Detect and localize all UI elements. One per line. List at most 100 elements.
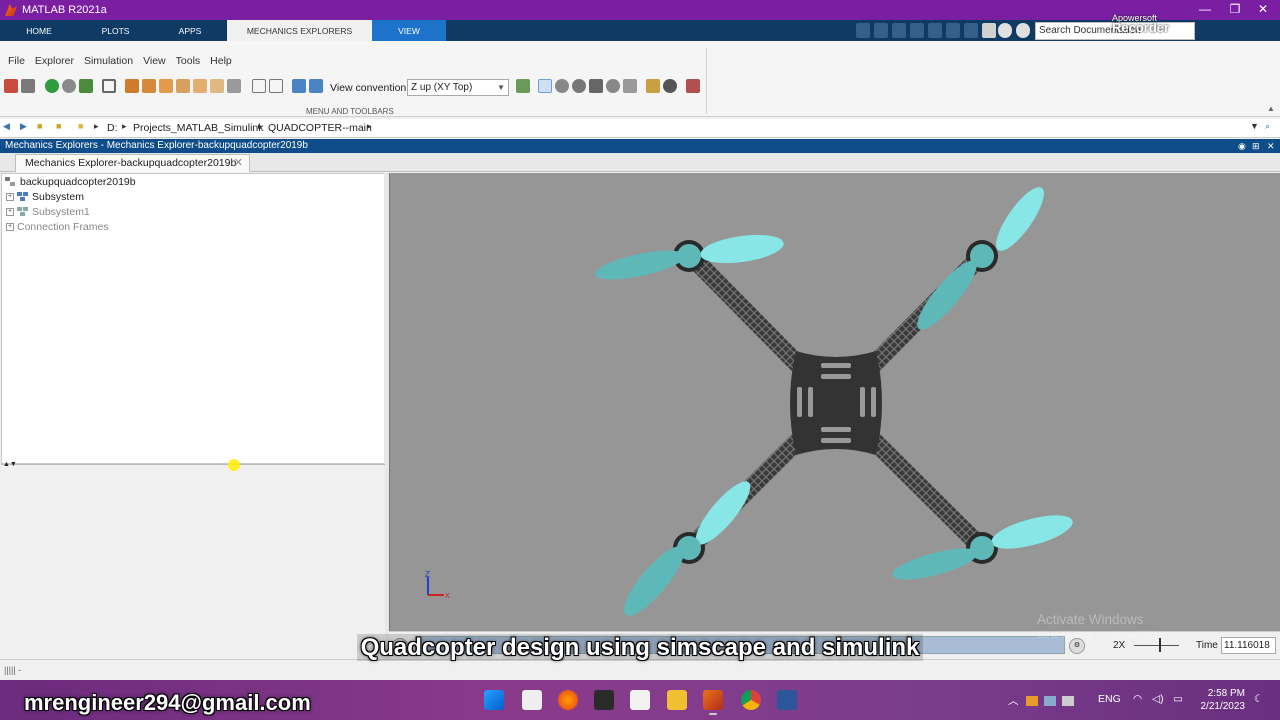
recorder-tray-icon[interactable]: [1026, 696, 1038, 706]
up-folder-icon[interactable]: ■: [37, 121, 42, 131]
menu-help[interactable]: Help: [205, 55, 237, 67]
play-icon[interactable]: [45, 79, 59, 93]
center-of-mass-icon[interactable]: [663, 79, 677, 93]
zoom-icon[interactable]: [606, 79, 620, 93]
axes-triad-icon[interactable]: [646, 79, 660, 93]
toolstrip-divider: [706, 48, 707, 114]
menu-tools[interactable]: Tools: [171, 55, 206, 67]
paste-icon[interactable]: [910, 23, 924, 38]
tab-apps[interactable]: APPS: [153, 20, 227, 41]
tile-views-icon[interactable]: [252, 79, 266, 93]
copy-icon[interactable]: [892, 23, 906, 38]
save-icon[interactable]: [856, 23, 870, 38]
frames-icon[interactable]: [516, 79, 530, 93]
search-icon[interactable]: ⌕: [1265, 121, 1270, 132]
forward-icon[interactable]: ▶: [20, 121, 27, 132]
zoom-box-icon[interactable]: [623, 79, 637, 93]
tree-root[interactable]: backupquadcopter2019b: [5, 176, 136, 188]
document-tab[interactable]: Mechanics Explorer-backupquadcopter2019b…: [15, 154, 250, 172]
menu-simulation[interactable]: Simulation: [79, 55, 138, 67]
restore-button[interactable]: ❐: [1220, 0, 1250, 20]
collapse-toolstrip-icon[interactable]: ▲: [1267, 104, 1275, 113]
rotate-icon[interactable]: [555, 79, 569, 93]
view-right-icon[interactable]: [176, 79, 190, 93]
view-front-icon[interactable]: [125, 79, 139, 93]
close-tab-icon[interactable]: ✕: [234, 155, 243, 171]
volume-icon[interactable]: ◁): [1152, 693, 1164, 705]
tray-overflow-icon[interactable]: ︿: [1008, 693, 1019, 708]
word-icon[interactable]: [777, 690, 797, 710]
import-icon[interactable]: [292, 79, 306, 93]
tab-mechanics-explorers[interactable]: MECHANICS EXPLORERS: [227, 20, 372, 41]
export-icon[interactable]: [309, 79, 323, 93]
notification-icon[interactable]: ☾: [1254, 693, 1263, 705]
tray-app-icon[interactable]: [1044, 696, 1056, 706]
settings-gear-icon[interactable]: [686, 79, 700, 93]
minimize-button[interactable]: —: [1190, 0, 1220, 20]
select-pointer-icon[interactable]: [538, 79, 552, 93]
undock-icon[interactable]: ⊞: [1252, 139, 1260, 153]
tab-plots[interactable]: PLOTS: [78, 20, 153, 41]
step-icon[interactable]: [79, 79, 93, 93]
view-iso-icon[interactable]: [227, 79, 241, 93]
close-button[interactable]: ✕: [1248, 0, 1278, 20]
panel-menu-icon[interactable]: ◉: [1238, 139, 1246, 153]
view-back-icon[interactable]: [142, 79, 156, 93]
view-left-icon[interactable]: [159, 79, 173, 93]
windows-start-icon[interactable]: [484, 690, 504, 710]
layout-icon[interactable]: [982, 23, 996, 38]
breadcrumb-quadcopter[interactable]: QUADCOPTER--main: [268, 122, 372, 134]
stop-icon[interactable]: [62, 79, 76, 93]
clock[interactable]: 2:58 PM 2/21/2023: [1195, 687, 1246, 713]
battery-icon[interactable]: ▭: [1173, 693, 1183, 705]
menu-file[interactable]: File: [3, 55, 30, 67]
roll-icon[interactable]: [572, 79, 586, 93]
tray-app-icon[interactable]: [1062, 696, 1074, 706]
menu-explorer[interactable]: Explorer: [30, 55, 79, 67]
tree-item-connection-frames[interactable]: + Connection Frames: [6, 221, 109, 233]
tab-view[interactable]: VIEW: [372, 20, 446, 41]
breadcrumb-drive[interactable]: D:: [107, 122, 118, 134]
tree-item-subsystem[interactable]: + Subsystem: [6, 191, 84, 203]
address-dropdown-icon[interactable]: ▼: [1250, 121, 1259, 131]
expand-icon[interactable]: +: [6, 193, 14, 201]
open-model-icon[interactable]: [4, 79, 18, 93]
switch-windows-icon[interactable]: [964, 23, 978, 38]
firefox-icon[interactable]: [558, 690, 578, 710]
wifi-icon[interactable]: ◠: [1133, 693, 1142, 705]
view-bottom-icon[interactable]: [210, 79, 224, 93]
menu-view[interactable]: View: [138, 55, 171, 67]
undo-icon[interactable]: [928, 23, 942, 38]
clapper-icon[interactable]: [594, 690, 614, 710]
tree-item-subsystem1[interactable]: + Subsystem1: [6, 206, 90, 218]
view-top-icon[interactable]: [193, 79, 207, 93]
cut-icon[interactable]: [874, 23, 888, 38]
redo-icon[interactable]: [946, 23, 960, 38]
breadcrumb-projects[interactable]: Projects_MATLAB_Simulink: [133, 122, 264, 134]
close-panel-icon[interactable]: ✕: [1267, 139, 1275, 153]
matlab-taskbar-icon[interactable]: [703, 690, 723, 715]
browse-folder-icon[interactable]: ■: [56, 121, 61, 131]
fit-to-view-icon[interactable]: [102, 79, 116, 93]
back-icon[interactable]: ◀: [3, 121, 10, 132]
settings-icon[interactable]: [1016, 23, 1030, 38]
toolstrip: [0, 41, 1280, 117]
snipping-tool-icon[interactable]: [630, 690, 650, 710]
single-view-icon[interactable]: [269, 79, 283, 93]
chevron-down-icon: ▼: [497, 83, 505, 92]
splitter-arrows-icon[interactable]: ▲▼: [3, 461, 17, 468]
expand-icon[interactable]: +: [6, 223, 14, 231]
folder-icon: ■: [78, 121, 84, 131]
pan-icon[interactable]: [589, 79, 603, 93]
chrome-icon[interactable]: [741, 690, 761, 710]
3d-viewport[interactable]: Z X: [389, 173, 1280, 631]
language-indicator[interactable]: ENG: [1098, 693, 1121, 705]
help-icon[interactable]: [998, 23, 1012, 38]
task-view-icon[interactable]: [522, 690, 542, 710]
expand-icon[interactable]: +: [6, 208, 14, 216]
rotor-rear-right: [892, 515, 1073, 580]
record-icon[interactable]: [21, 79, 35, 93]
view-convention-dropdown[interactable]: Z up (XY Top) ▼: [407, 79, 509, 96]
file-explorer-icon[interactable]: [667, 690, 687, 710]
tab-home[interactable]: HOME: [0, 20, 78, 41]
